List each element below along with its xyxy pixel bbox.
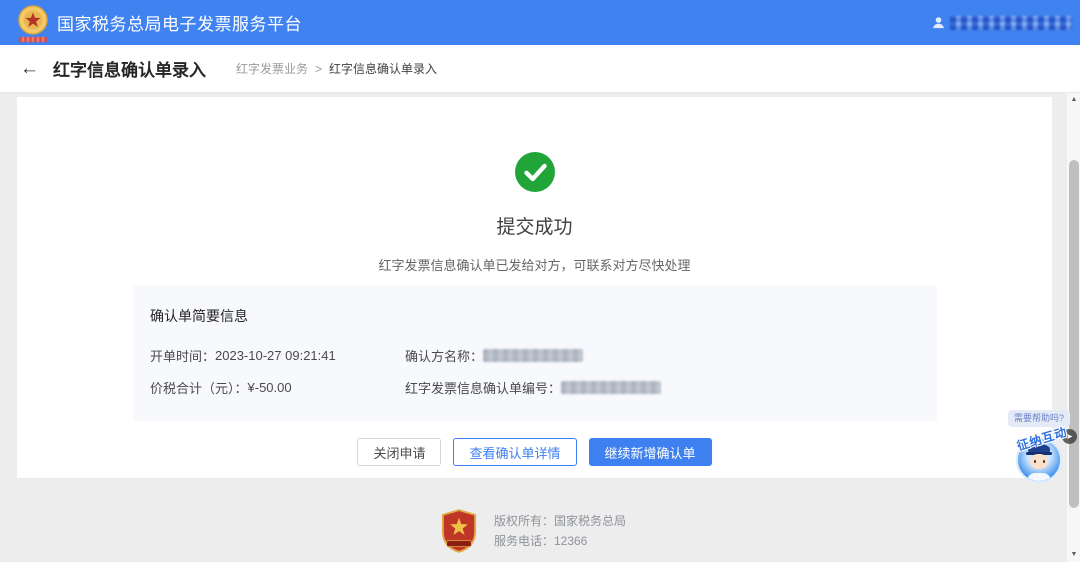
scroll-up-arrow[interactable]: ▲ bbox=[1067, 93, 1080, 107]
confirm-party-label: 确认方名称： bbox=[405, 349, 484, 364]
confirm-number-redacted-value bbox=[561, 381, 662, 394]
total-amount-value: ¥-50.00 bbox=[247, 380, 292, 395]
confirm-party-redacted-value bbox=[483, 349, 584, 362]
copyright-text: 版权所有：国家税务总局 bbox=[493, 514, 626, 528]
success-check-icon bbox=[514, 152, 555, 192]
user-account-area[interactable] bbox=[932, 0, 1072, 45]
breadcrumb: 红字发票业务 > 红字信息确认单录入 bbox=[236, 60, 437, 77]
assistant-avatar[interactable] bbox=[1016, 437, 1062, 483]
user-name-redacted bbox=[950, 15, 1072, 30]
total-amount-field: 价税合计（元）： ¥-50.00 bbox=[150, 378, 405, 397]
breadcrumb-bar: ← 红字信息确认单录入 红字发票业务 > 红字信息确认单录入 bbox=[0, 45, 1080, 93]
help-bubble[interactable]: 需要帮助吗? bbox=[1007, 410, 1070, 427]
page-footer: 版权所有：国家税务总局 服务电话：12366 bbox=[0, 502, 1066, 560]
scroll-down-arrow[interactable]: ▼ bbox=[1067, 548, 1080, 562]
summary-fields: 开单时间： 2023-10-27 09:21:41 确认方名称： 价税合计（元）… bbox=[150, 346, 917, 397]
summary-card: 确认单简要信息 开单时间： 2023-10-27 09:21:41 确认方名称：… bbox=[133, 286, 937, 421]
issue-time-field: 开单时间： 2023-10-27 09:21:41 bbox=[150, 346, 405, 365]
avatar-eye-left bbox=[1034, 460, 1036, 463]
user-icon bbox=[933, 17, 944, 29]
close-application-button[interactable]: 关闭申请 bbox=[357, 438, 442, 466]
tax-shield-icon bbox=[441, 509, 477, 553]
breadcrumb-item-current: 红字信息确认单录入 bbox=[329, 62, 438, 76]
confirm-number-label: 红字发票信息确认单编号： bbox=[405, 381, 562, 396]
action-buttons: 关闭申请 查看确认单详情 继续新增确认单 bbox=[17, 438, 1052, 466]
add-new-confirmation-button[interactable]: 继续新增确认单 bbox=[588, 438, 712, 466]
breadcrumb-item-parent[interactable]: 红字发票业务 bbox=[236, 60, 308, 77]
service-phone-text: 服务电话：12366 bbox=[493, 534, 588, 548]
app-header: 国家税务总局电子发票服务平台 bbox=[0, 0, 1080, 45]
result-panel: 提交成功 红字发票信息确认单已发给对方，可联系对方尽快处理 确认单简要信息 开单… bbox=[17, 97, 1052, 478]
page-title: 红字信息确认单录入 bbox=[53, 61, 206, 80]
result-title: 提交成功 bbox=[496, 217, 573, 238]
view-confirmation-detail-button[interactable]: 查看确认单详情 bbox=[453, 438, 577, 466]
total-amount-label: 价税合计（元）： bbox=[150, 381, 248, 396]
tax-emblem-logo bbox=[18, 4, 48, 42]
assistant-widget: 需要帮助吗? ➤ 征纳互动 bbox=[996, 405, 1080, 510]
confirm-number-field: 红字发票信息确认单编号： bbox=[405, 378, 917, 397]
confirm-party-field: 确认方名称： bbox=[405, 346, 917, 365]
logo-subtext-redacted bbox=[19, 36, 47, 42]
breadcrumb-separator: > bbox=[315, 61, 323, 76]
avatar-body bbox=[1027, 473, 1051, 481]
issue-time-label: 开单时间： bbox=[150, 349, 216, 364]
expand-arrow-button[interactable]: ➤ bbox=[1062, 429, 1077, 444]
platform-title: 国家税务总局电子发票服务平台 bbox=[57, 15, 302, 34]
avatar-face bbox=[1030, 454, 1048, 469]
summary-card-title: 确认单简要信息 bbox=[150, 308, 248, 324]
issue-time-value: 2023-10-27 09:21:41 bbox=[215, 348, 336, 363]
avatar-eye-right bbox=[1043, 460, 1045, 463]
main-content-area: 提交成功 红字发票信息确认单已发给对方，可联系对方尽快处理 确认单简要信息 开单… bbox=[0, 93, 1066, 562]
result-subtitle: 红字发票信息确认单已发给对方，可联系对方尽快处理 bbox=[378, 258, 691, 273]
back-arrow-icon[interactable]: ← bbox=[20, 59, 39, 78]
